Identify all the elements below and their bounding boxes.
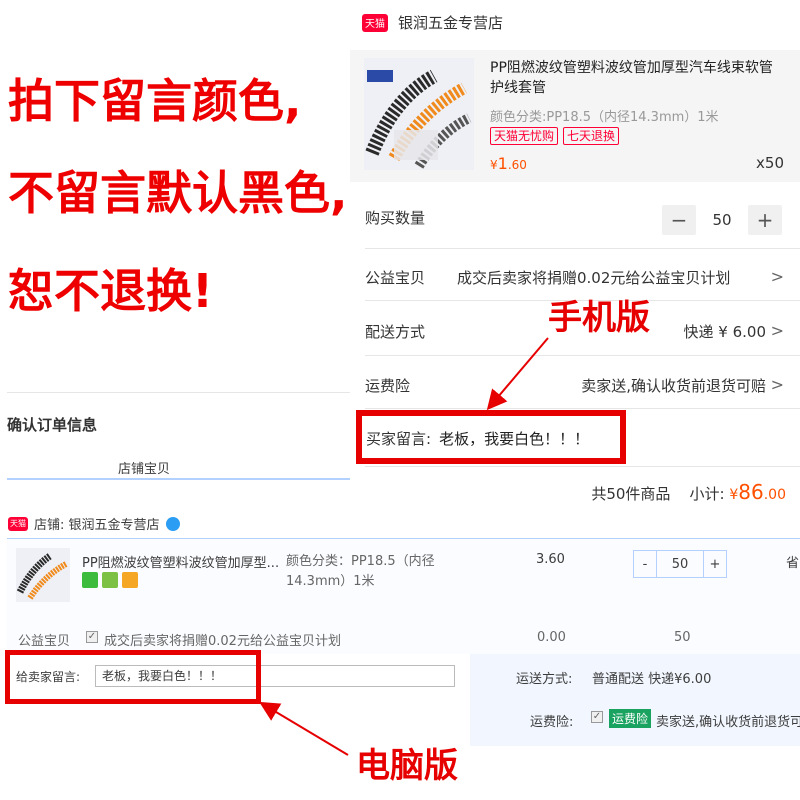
- desktop-arrow: [259, 701, 349, 756]
- annotation-arrows: [259, 337, 549, 756]
- mobile-arrow: [486, 337, 549, 411]
